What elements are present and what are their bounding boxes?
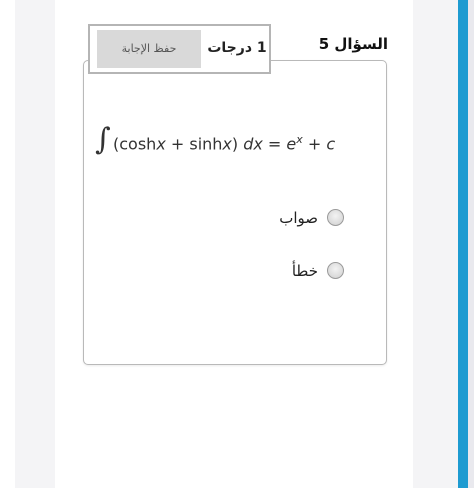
option-true[interactable]: صواب — [250, 206, 350, 230]
option-true-radio[interactable] — [327, 209, 344, 226]
integral-sign-icon: ∫ — [95, 122, 111, 157]
left-gutter — [0, 0, 15, 488]
formula-text: (coshx + sinhx) dx = ex + c — [113, 133, 336, 154]
points-label: 1 درجات — [207, 40, 267, 56]
left-panel-strip — [15, 0, 55, 488]
option-false-radio[interactable] — [327, 262, 344, 279]
save-answer-button[interactable]: حفظ الإجابة — [97, 30, 201, 68]
option-true-label: صواب — [279, 209, 318, 227]
question-formula: ∫ (coshx + sinhx) dx = ex + c — [95, 118, 365, 162]
option-false[interactable]: خطأ — [250, 259, 350, 283]
question-number: السؤال 5 — [318, 35, 388, 53]
right-panel-strip — [413, 0, 458, 488]
option-false-label: خطأ — [291, 262, 318, 280]
scroll-rail-edge — [468, 0, 474, 488]
scroll-rail[interactable] — [458, 0, 468, 488]
